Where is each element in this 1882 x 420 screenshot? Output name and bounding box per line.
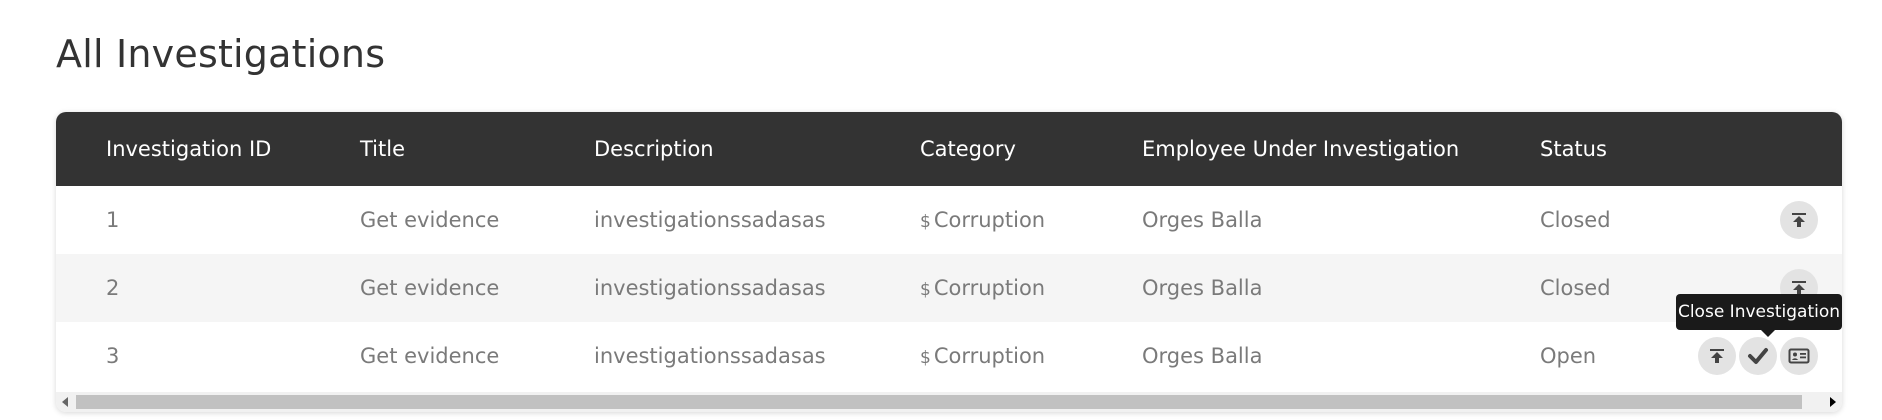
cell-investigation-id: 3 (106, 344, 120, 368)
cell-title: Get evidence (360, 344, 500, 368)
header-category[interactable]: Category (920, 112, 1016, 186)
upload-icon (1710, 349, 1724, 363)
header-status[interactable]: Status (1540, 112, 1607, 186)
horizontal-scrollbar[interactable] (56, 392, 1842, 412)
cell-category: $ Corruption (920, 186, 1045, 254)
header-investigation-id[interactable]: Investigation ID (106, 112, 271, 186)
upload-button[interactable] (1780, 201, 1818, 239)
page-title: All Investigations (56, 32, 386, 76)
upload-icon (1792, 213, 1806, 227)
header-description[interactable]: Description (594, 112, 714, 186)
cell-description: investigationssadasas (594, 344, 826, 368)
cell-title: Get evidence (360, 208, 500, 232)
row-actions (1698, 337, 1818, 375)
cell-status: Open (1540, 344, 1597, 368)
dollar-icon: $ (920, 212, 931, 232)
table-row: 2 Get evidence investigationssadasas $ Co… (56, 254, 1842, 322)
cell-title: Get evidence (360, 276, 500, 300)
scrollbar-thumb[interactable] (76, 395, 1802, 409)
header-employee[interactable]: Employee Under Investigation (1142, 112, 1459, 186)
dollar-icon: $ (920, 280, 931, 300)
header-title[interactable]: Title (360, 112, 405, 186)
close-investigation-button[interactable] (1739, 337, 1777, 375)
close-investigation-tooltip: Close Investigation (1676, 294, 1842, 330)
page: All Investigations Investigation ID Titl… (0, 0, 1882, 420)
cell-status: Closed (1540, 276, 1611, 300)
id-card-icon (1788, 348, 1810, 364)
cell-status: Closed (1540, 208, 1611, 232)
cell-category: $ Corruption (920, 254, 1045, 322)
cell-investigation-id: 2 (106, 276, 120, 300)
category-label: Corruption (933, 344, 1046, 368)
details-button[interactable] (1780, 337, 1818, 375)
dollar-icon: $ (920, 348, 931, 368)
tooltip-arrow (1761, 330, 1775, 337)
cell-employee: Orges Balla (1142, 276, 1263, 300)
category-label: Corruption (933, 276, 1046, 300)
row-actions (1780, 201, 1818, 239)
scroll-left-icon[interactable] (62, 397, 68, 407)
scroll-right-icon[interactable] (1830, 397, 1836, 407)
upload-button[interactable] (1698, 337, 1736, 375)
cell-description: investigationssadasas (594, 208, 826, 232)
cell-investigation-id: 1 (106, 208, 120, 232)
cell-employee: Orges Balla (1142, 344, 1263, 368)
category-label: Corruption (933, 208, 1046, 232)
investigations-table: Investigation ID Title Description Categ… (56, 112, 1842, 412)
cell-description: investigationssadasas (594, 276, 826, 300)
cell-employee: Orges Balla (1142, 208, 1263, 232)
table-row: 3 Get evidence investigationssadasas $ Co… (56, 322, 1842, 390)
table-header: Investigation ID Title Description Categ… (56, 112, 1842, 186)
table-row: 1 Get evidence investigationssadasas $ Co… (56, 186, 1842, 254)
cell-category: $ Corruption (920, 322, 1045, 390)
checkmark-icon (1748, 348, 1768, 364)
